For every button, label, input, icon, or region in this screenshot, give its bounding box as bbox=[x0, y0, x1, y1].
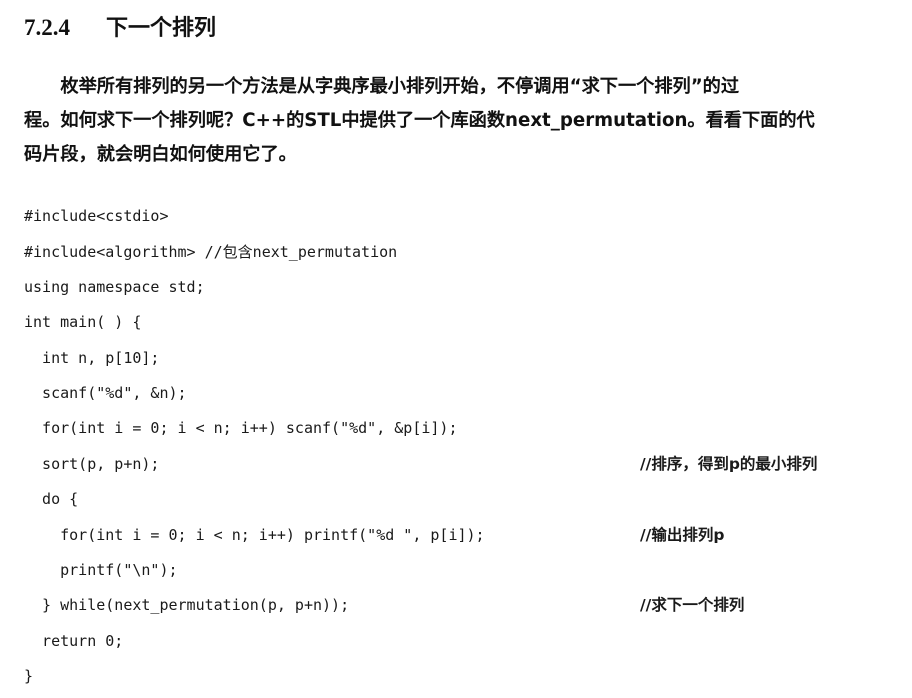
code-line: } while(next_permutation(p, p+n)); bbox=[24, 596, 350, 614]
code-line: return 0; bbox=[24, 632, 124, 650]
code-line: } bbox=[24, 667, 34, 685]
paragraph-line: 枚举所有排列的另一个方法是从字典序最小排列开始，不停调用“求下一个排列”的过 bbox=[24, 76, 740, 97]
code-line: int main( ) { bbox=[24, 313, 142, 331]
code-line: #include<cstdio> bbox=[24, 207, 169, 225]
intro-paragraph: 枚举所有排列的另一个方法是从字典序最小排列开始，不停调用“求下一个排列”的过 程… bbox=[24, 70, 892, 172]
code-line: for(int i = 0; i < n; i++) printf("%d ",… bbox=[24, 526, 485, 544]
code-line: printf("\n"); bbox=[24, 561, 178, 579]
paragraph-line: 程。如何求下一个排列呢？C++的STL中提供了一个库函数next_permuta… bbox=[24, 110, 815, 131]
code-line: sort(p, p+n); bbox=[24, 455, 160, 473]
code-line: using namespace std; bbox=[24, 278, 205, 296]
code-line: scanf("%d", &n); bbox=[24, 384, 187, 402]
document-page: 7.2.4 下一个排列 枚举所有排列的另一个方法是从字典序最小排列开始，不停调用“… bbox=[0, 0, 912, 698]
code-line: #include<algorithm> //包含next_permutation bbox=[24, 243, 398, 261]
section-heading: 7.2.4 下一个排列 bbox=[24, 12, 216, 44]
section-number: 7.2.4 bbox=[24, 15, 70, 40]
code-line: for(int i = 0; i < n; i++) scanf("%d", &… bbox=[24, 419, 458, 437]
paragraph-line: 码片段，就会明白如何使用它了。 bbox=[24, 144, 297, 165]
section-title: 下一个排列 bbox=[106, 16, 217, 41]
code-comment: //求下一个排列 bbox=[640, 596, 745, 614]
code-line: do { bbox=[24, 490, 79, 508]
code-comment: //排序，得到p的最小排列 bbox=[640, 455, 818, 473]
code-line: int n, p[10]; bbox=[24, 349, 160, 367]
code-comment: //输出排列p bbox=[640, 526, 725, 544]
